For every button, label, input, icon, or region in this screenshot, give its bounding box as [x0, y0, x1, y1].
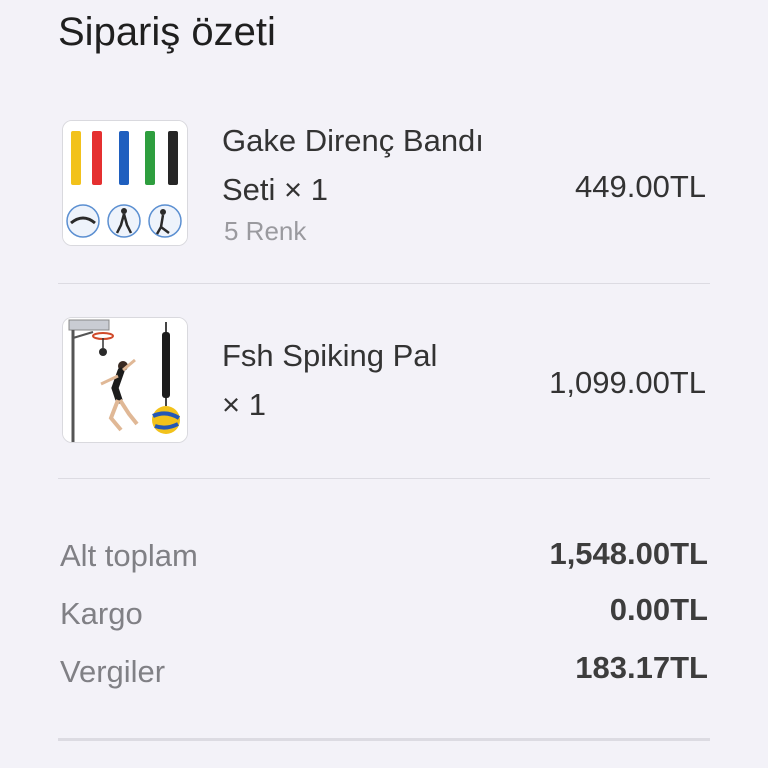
divider	[58, 283, 710, 284]
product-image[interactable]	[62, 120, 188, 246]
divider	[58, 478, 710, 479]
shipping-label: Kargo	[60, 596, 143, 631]
item-price: 1,099.00TL	[549, 365, 706, 400]
order-item[interactable]: Fsh Spiking Pal × 1 1,099.00TL	[0, 307, 768, 457]
subtotal-label: Alt toplam	[60, 538, 198, 573]
shipping-value: 0.00TL	[609, 592, 708, 627]
resistance-bands-icon	[63, 121, 187, 245]
shipping-row: Kargo 0.00TL	[60, 592, 708, 634]
item-price: 449.00TL	[575, 169, 706, 204]
volleyball-spiking-trainer-icon	[63, 318, 187, 442]
page-title: Sipariş özeti	[58, 10, 276, 54]
item-name: Gake Direnç Bandı Seti × 1	[222, 123, 484, 207]
tax-label: Vergiler	[60, 654, 166, 689]
tax-value: 183.17TL	[575, 650, 708, 685]
subtotal-row: Alt toplam 1,548.00TL	[60, 536, 708, 576]
product-image[interactable]	[62, 317, 188, 443]
order-item[interactable]: Gake Direnç Bandı Seti × 1 5 Renk 449.00…	[0, 110, 768, 270]
item-variant: 5 Renk	[224, 216, 307, 246]
item-name: Fsh Spiking Pal × 1	[222, 338, 438, 422]
divider	[58, 738, 710, 741]
subtotal-value: 1,548.00TL	[549, 536, 708, 571]
tax-row: Vergiler 183.17TL	[60, 650, 708, 692]
